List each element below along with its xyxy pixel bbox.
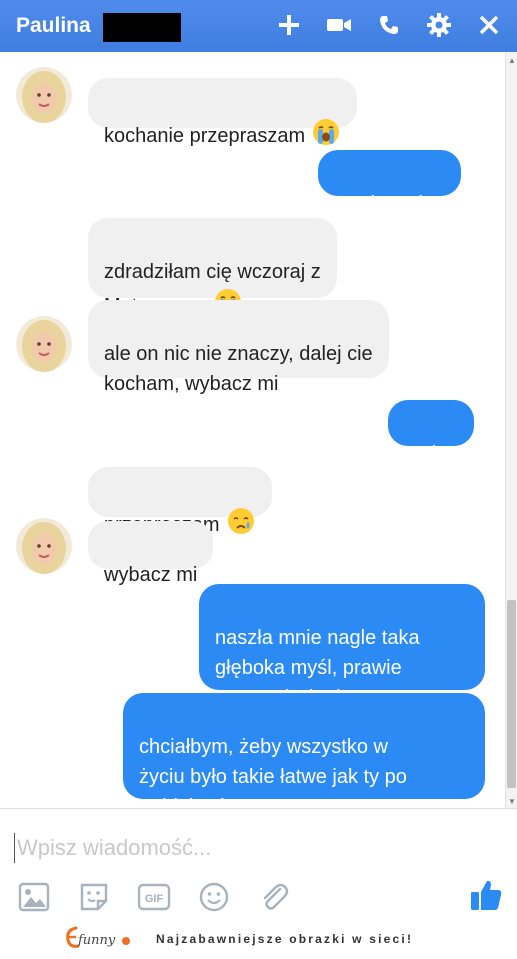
message-bubble-outgoing[interactable]: co się stało? xyxy=(318,150,462,215)
avatar[interactable] xyxy=(16,67,72,123)
message-text: wybacz mi xyxy=(104,564,198,586)
gear-icon[interactable] xyxy=(425,10,453,40)
scrollbar-thumb[interactable] xyxy=(507,600,516,788)
message-text: ale on nic nie znaczy, dalej cie kocham,… xyxy=(104,343,373,395)
message-bubble-outgoing[interactable]: serio? xyxy=(388,400,475,465)
header-actions xyxy=(275,10,503,40)
video-camera-icon[interactable] xyxy=(325,10,353,40)
message-bubble-outgoing[interactable]: naszła mnie nagle taka głęboka myśl, pra… xyxy=(199,584,485,709)
crying-face-icon xyxy=(226,506,256,545)
avatar[interactable] xyxy=(16,518,72,574)
avatar[interactable] xyxy=(16,316,72,372)
phone-icon[interactable] xyxy=(375,10,403,40)
scrollbar[interactable]: ▲ ▼ xyxy=(505,52,517,808)
tagline: Najzabawniejsze obrazki w sieci! xyxy=(156,932,414,946)
message-text: serio? xyxy=(404,443,459,465)
emoji-icon[interactable] xyxy=(196,879,232,915)
site-logo: funny xyxy=(64,924,136,954)
scroll-down-arrow-icon[interactable]: ▼ xyxy=(508,797,516,806)
message-input[interactable]: Wpisz wiadomość... xyxy=(14,833,211,863)
plus-icon[interactable] xyxy=(275,10,303,40)
contact-name[interactable]: Paulina xyxy=(16,14,91,38)
message-text: chciałbym, żeby wszystko w życiu było ta… xyxy=(139,736,407,818)
message-bubble-outgoing[interactable]: chciałbym, żeby wszystko w życiu było ta… xyxy=(123,693,485,818)
composer-tools: GIF xyxy=(16,879,292,915)
like-thumb-icon[interactable] xyxy=(469,877,503,918)
message-bubble-incoming[interactable]: kochanie przepraszam xyxy=(88,78,358,147)
gif-label: GIF xyxy=(145,893,164,905)
image-icon[interactable] xyxy=(16,879,52,915)
message-bubble-incoming[interactable]: zdradziłam cię wczoraj z Mateuszem xyxy=(88,218,337,317)
message-text: co się stało? xyxy=(334,193,446,215)
close-icon[interactable] xyxy=(475,10,503,40)
sticker-icon[interactable] xyxy=(76,879,112,915)
watermark-footer: funny Najzabawniejsze obrazki w sieci! xyxy=(0,918,517,958)
message-bubble-incoming[interactable]: wybacz mi xyxy=(88,521,214,586)
message-bubble-incoming[interactable]: ale on nic nie znaczy, dalej cie kocham,… xyxy=(88,300,389,395)
attachment-icon[interactable] xyxy=(256,879,292,915)
chat-header: Paulina xyxy=(0,0,517,52)
message-list[interactable]: kochanie przepraszam co się stało? zdrad… xyxy=(0,52,505,818)
gif-icon[interactable]: GIF xyxy=(136,879,172,915)
message-bubble-incoming[interactable]: przepraszam xyxy=(88,467,272,536)
logo-text: funny xyxy=(77,933,116,948)
scroll-up-arrow-icon[interactable]: ▲ xyxy=(508,56,516,65)
message-text: kochanie przepraszam xyxy=(104,124,306,147)
redaction-box xyxy=(103,13,181,42)
